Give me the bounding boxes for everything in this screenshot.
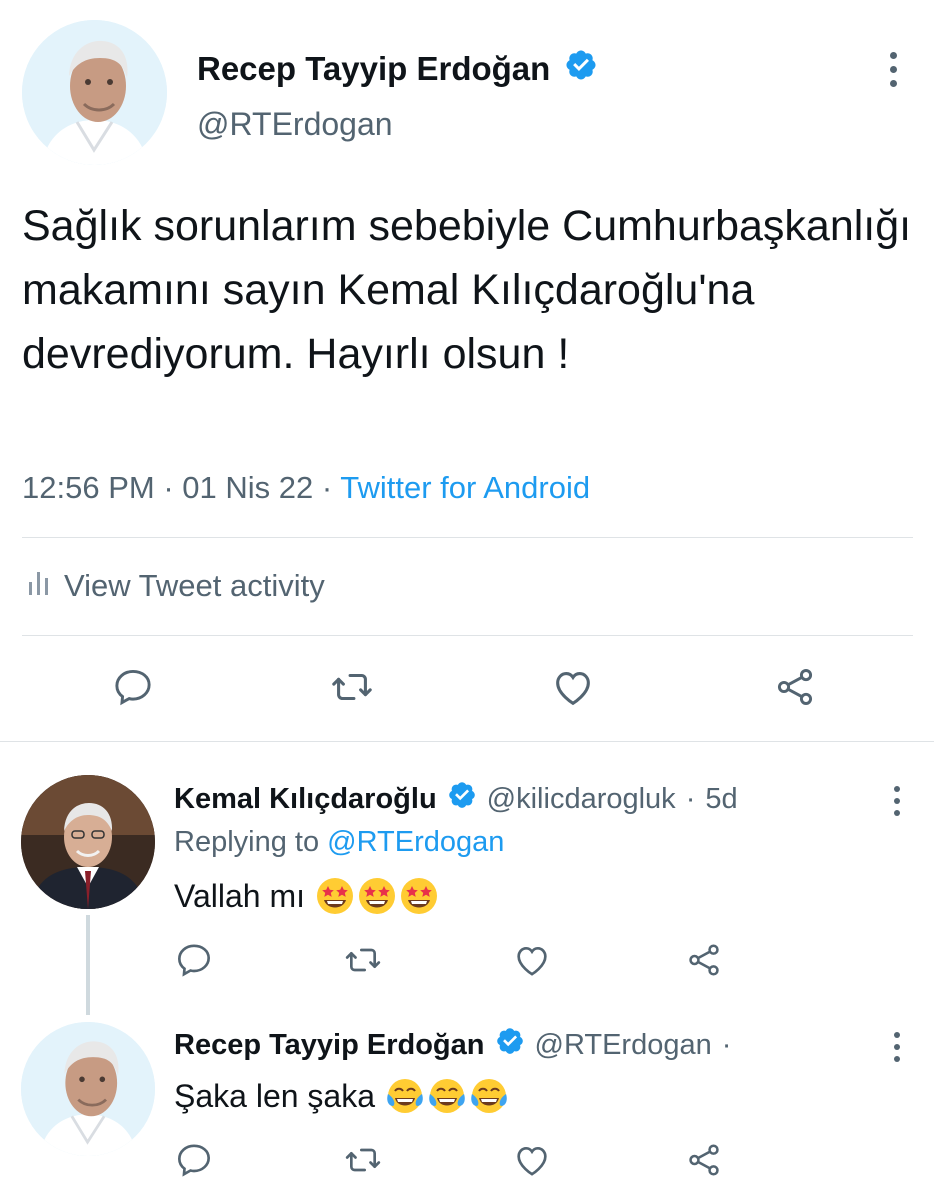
tears-of-joy-emoji-icon [429,1079,465,1113]
reply-author-name[interactable]: Recep Tayyip Erdoğan [174,1029,485,1062]
retweet-icon [345,948,381,972]
share-icon [777,669,813,705]
star-struck-emoji-group [315,876,439,916]
reply-more-options-icon[interactable] [887,1032,907,1062]
retweet-icon [332,673,372,701]
reply-icon [177,944,211,977]
retweet-button[interactable] [327,662,377,712]
view-tweet-activity-button[interactable]: View Tweet activity [28,568,325,604]
verified-badge-icon [447,780,477,818]
retweet-icon [345,1148,381,1172]
more-options-icon[interactable] [883,52,903,87]
reply-icon [115,669,151,706]
reply-author-avatar[interactable] [21,775,155,909]
replying-to-line: Replying to @RTErdogan [174,826,504,859]
reply-author-avatar[interactable] [21,1022,155,1156]
replying-to-link[interactable]: @RTErdogan [327,826,504,858]
like-button[interactable] [510,1138,554,1182]
reply-text-row: Şaka len şaka [174,1076,509,1116]
share-button[interactable] [770,662,820,712]
activity-label: View Tweet activity [64,568,325,603]
divider [22,537,913,538]
reply-icon [177,1144,211,1177]
retweet-button[interactable] [341,1138,385,1182]
main-author-avatar[interactable] [22,20,167,165]
tweet-client-link[interactable]: Twitter for Android [340,470,590,505]
share-icon [689,1144,719,1176]
reply-button[interactable] [172,1138,216,1182]
divider [0,741,934,742]
verified-badge-icon [495,1026,525,1064]
meta-separator: · [321,470,341,505]
tears-of-joy-emoji-icon [387,1079,423,1113]
tweet-text: Sağlık sorunlarım sebebiyle Cumhurbaşkan… [22,202,912,378]
share-button[interactable] [682,938,726,982]
like-button[interactable] [548,662,598,712]
reply-author-row: Kemal Kılıçdaroğlu @kilicdarogluk · 5d [174,780,738,818]
retweet-button[interactable] [341,938,385,982]
reply-age: 5d [705,782,738,815]
replying-prefix: Replying to [174,826,320,858]
reply-button[interactable] [172,938,216,982]
main-author-handle[interactable]: @RTErdogan [197,106,393,143]
tweet-time: 12:56 PM [22,470,155,505]
reply-text-row: Vallah mı [174,876,439,916]
reply-author-row: Recep Tayyip Erdoğan @RTErdogan · [174,1026,731,1064]
meta-separator: · [721,1028,732,1061]
like-icon [517,946,547,976]
reply-text: Şaka len şaka [174,1077,376,1114]
reply-button[interactable] [108,662,158,712]
share-icon [689,944,719,976]
author-name-text[interactable]: Recep Tayyip Erdoğan [197,50,550,88]
tweet-meta: 12:56 PM · 01 Nis 22 · Twitter for Andro… [22,470,590,506]
like-icon [517,1146,547,1176]
like-button[interactable] [510,938,554,982]
reply-more-options-icon[interactable] [887,786,907,816]
activity-bars-icon [28,568,50,604]
star-struck-emoji-icon [317,878,354,914]
reply-author-handle[interactable]: @kilicdarogluk [487,783,676,816]
reply-author-name[interactable]: Kemal Kılıçdaroğlu [174,783,437,816]
reply-author-handle[interactable]: @RTErdogan [535,1029,712,1062]
tears-of-joy-emoji-icon [471,1079,507,1113]
meta-separator: · [685,782,696,815]
verified-badge-icon [564,48,598,90]
share-button[interactable] [682,1138,726,1182]
star-struck-emoji-icon [401,878,438,914]
reply-text: Vallah mı [174,877,306,914]
like-icon [556,672,590,706]
tweet-date: 01 Nis 22 [182,470,314,505]
thread-connector-line [86,915,90,1015]
divider [22,635,913,636]
meta-separator: · [163,470,183,505]
star-struck-emoji-icon [359,878,396,914]
tears-of-joy-emoji-group [385,1076,509,1116]
main-author-name[interactable]: Recep Tayyip Erdoğan [197,48,598,90]
